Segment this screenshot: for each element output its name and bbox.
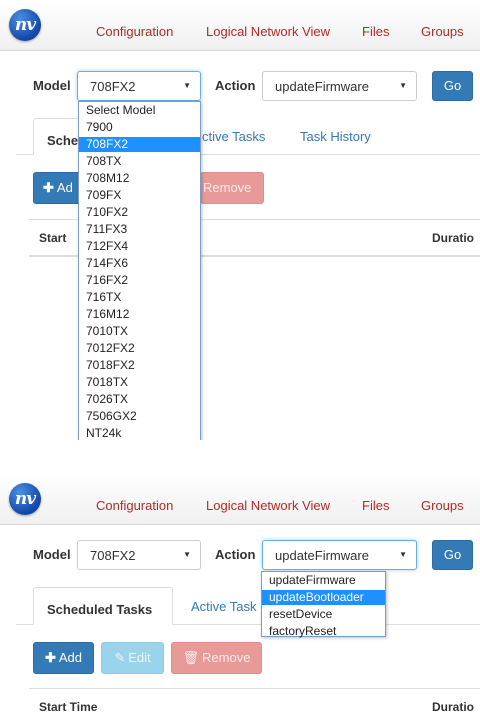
go-button[interactable]: Go: [432, 71, 473, 101]
nv-logo[interactable]: nv: [9, 9, 41, 41]
nav-configuration[interactable]: Configuration: [96, 498, 173, 514]
nv-logo[interactable]: nv: [9, 483, 41, 515]
model-select-value: 708FX2: [90, 548, 136, 563]
model-option[interactable]: 710FX2: [79, 205, 200, 220]
screenshot-bottom: nv Configuration Logical Network View Fi…: [0, 474, 480, 717]
model-option[interactable]: 7506GX2: [79, 409, 200, 424]
nav-logical-network-view[interactable]: Logical Network View: [206, 24, 330, 40]
model-option[interactable]: 716FX2: [79, 273, 200, 288]
action-option[interactable]: updateBootloader: [262, 590, 385, 605]
model-label: Model: [33, 78, 71, 93]
col-duration: Duratio: [432, 700, 474, 714]
screenshot-top: nv Configuration Logical Network View Fi…: [0, 0, 480, 440]
model-option[interactable]: Select Model: [79, 103, 200, 118]
action-option[interactable]: updateFirmware: [262, 573, 385, 588]
navbar: nv Configuration Logical Network View Fi…: [0, 0, 480, 51]
model-label: Model: [33, 547, 71, 562]
caret-down-icon: ▼: [399, 81, 407, 90]
model-option[interactable]: 7018TX: [79, 375, 200, 390]
model-option[interactable]: 711FX3: [79, 222, 200, 237]
plus-icon: ✚: [43, 180, 54, 195]
model-option[interactable]: 7026TX: [79, 392, 200, 407]
remove-button[interactable]: Remove: [200, 172, 264, 204]
model-option[interactable]: 709FX: [79, 188, 200, 203]
tab-active-tasks[interactable]: ctive Tasks: [202, 129, 265, 145]
nav-files[interactable]: Files: [362, 24, 389, 40]
action-dropdown-list[interactable]: updateFirmware updateBootloader resetDevic…: [261, 571, 386, 639]
go-button[interactable]: Go: [432, 540, 473, 570]
action-select[interactable]: updateFirmware ▼: [262, 71, 417, 101]
model-option[interactable]: 7012FX2: [79, 341, 200, 356]
add-button-label: Add: [58, 650, 83, 665]
edit-button-label: Edit: [128, 650, 151, 665]
caret-down-icon: ▼: [183, 550, 191, 559]
caret-down-icon: ▼: [399, 550, 407, 559]
tab-task-history[interactable]: Task History: [300, 129, 371, 145]
model-select[interactable]: 708FX2 ▼: [77, 71, 201, 101]
edit-button[interactable]: ✎ Edit: [101, 642, 164, 674]
nav-logical-network-view[interactable]: Logical Network View: [206, 498, 330, 514]
remove-button[interactable]: 🗑 Remove: [171, 642, 262, 674]
tasks-table-header: Start Time Duratio: [29, 688, 480, 717]
nav-groups[interactable]: Groups: [421, 498, 464, 514]
col-start-time: Start: [39, 231, 67, 245]
model-option[interactable]: 708TX: [79, 154, 200, 169]
model-option[interactable]: 716M12: [79, 307, 200, 322]
model-option[interactable]: 7900: [79, 120, 200, 135]
model-option[interactable]: NT24k: [79, 426, 200, 440]
model-option[interactable]: 716TX: [79, 290, 200, 305]
tab-scheduled-tasks[interactable]: Scheduled Tasks: [33, 587, 173, 625]
model-option[interactable]: 708FX2: [79, 137, 200, 152]
col-start-time: Start Time: [39, 700, 98, 714]
edit-icon: ✎: [114, 650, 126, 665]
action-select[interactable]: updateFirmware ▼: [262, 540, 417, 570]
nav-configuration[interactable]: Configuration: [96, 24, 173, 40]
nav-groups[interactable]: Groups: [421, 24, 464, 40]
action-select-value: updateFirmware: [275, 548, 369, 563]
model-select-value: 708FX2: [90, 79, 136, 94]
action-select-value: updateFirmware: [275, 79, 369, 94]
model-option[interactable]: 714FX6: [79, 256, 200, 271]
col-duration: Duratio: [432, 231, 474, 245]
add-button[interactable]: ✚ Add: [33, 642, 94, 674]
model-option[interactable]: 708M12: [79, 171, 200, 186]
add-button[interactable]: ✚ Ad: [33, 172, 83, 204]
model-option[interactable]: 7010TX: [79, 324, 200, 339]
plus-icon: ✚: [44, 650, 56, 665]
add-button-label: Ad: [56, 180, 73, 195]
model-option[interactable]: 7018FX2: [79, 358, 200, 373]
model-dropdown-list[interactable]: Select Model 7900 708FX2 708TX 708M12 709FX 71…: [78, 101, 201, 440]
model-option[interactable]: 712FX4: [79, 239, 200, 254]
tab-active-tasks[interactable]: Active Task: [191, 599, 257, 615]
remove-button-label: Remove: [202, 650, 251, 665]
model-select[interactable]: 708FX2 ▼: [77, 540, 201, 570]
action-option[interactable]: factoryReset: [262, 624, 385, 639]
nav-files[interactable]: Files: [362, 498, 389, 514]
trash-icon: 🗑: [182, 650, 200, 665]
action-option[interactable]: resetDevice: [262, 607, 385, 622]
navbar: nv Configuration Logical Network View Fi…: [0, 474, 480, 525]
action-label: Action: [215, 78, 256, 93]
caret-down-icon: ▼: [183, 81, 191, 90]
action-label: Action: [215, 547, 256, 562]
